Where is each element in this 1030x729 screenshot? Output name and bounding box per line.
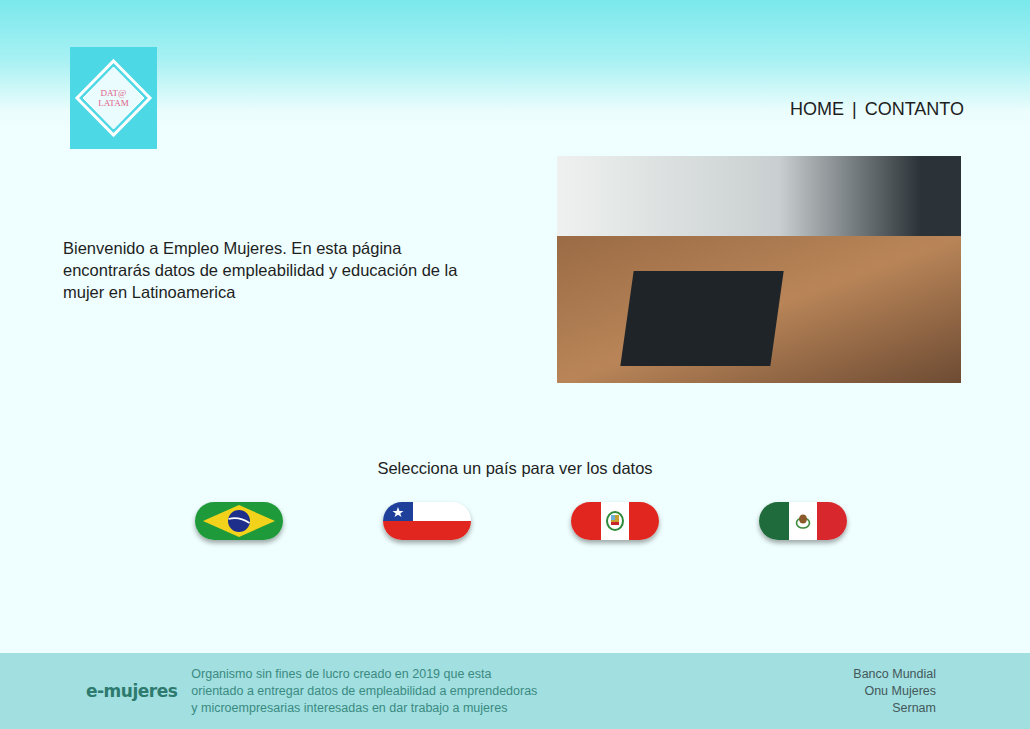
hero: Bienvenido a Empleo Mujeres. En esta pág…	[0, 156, 1030, 383]
chile-flag-icon	[383, 502, 471, 540]
brazil-flag-icon	[195, 502, 283, 540]
nav-link[interactable]: HOME	[790, 99, 844, 120]
svg-text:DAT@: DAT@	[101, 88, 127, 98]
brazil-flag-button[interactable]	[195, 502, 283, 540]
country-prompt: Selecciona un país para ver los datos	[377, 459, 652, 478]
footer-brand[interactable]: e-mujeres	[86, 681, 177, 701]
nav-separator: |	[852, 99, 857, 120]
footer-description: Organismo sin fines de lucro creado en 2…	[191, 666, 537, 717]
mexico-flag-button[interactable]	[759, 502, 847, 540]
country-selector: Selecciona un país para ver los datos	[0, 459, 1030, 540]
logo[interactable]: DAT@LATAM	[70, 47, 157, 149]
partner-list: Banco MundialOnu MujeresSernam	[853, 666, 936, 717]
chile-flag-button[interactable]	[383, 502, 471, 540]
mexico-flag-icon	[759, 502, 847, 540]
partner-item[interactable]: Onu Mujeres	[853, 683, 936, 700]
peru-flag-icon	[571, 502, 659, 540]
svg-text:LATAM: LATAM	[98, 98, 128, 108]
logo-icon: DAT@LATAM	[70, 47, 157, 149]
footer: e-mujeres Organismo sin fines de lucro cr…	[0, 653, 1030, 729]
office-photo	[557, 156, 961, 383]
main-nav: HOME | CONTANTO	[790, 99, 964, 120]
partner-item[interactable]: Banco Mundial	[853, 666, 936, 683]
flag-row	[183, 502, 847, 540]
nav-link[interactable]: CONTANTO	[865, 99, 964, 120]
partner-item[interactable]: Sernam	[853, 700, 936, 717]
page: DAT@LATAM HOME | CONTANTO Bienvenido a Emple…	[0, 0, 1030, 729]
intro-text: Bienvenido a Empleo Mujeres. En esta pág…	[63, 237, 457, 303]
header: DAT@LATAM HOME | CONTANTO	[0, 0, 1030, 149]
peru-flag-button[interactable]	[571, 502, 659, 540]
